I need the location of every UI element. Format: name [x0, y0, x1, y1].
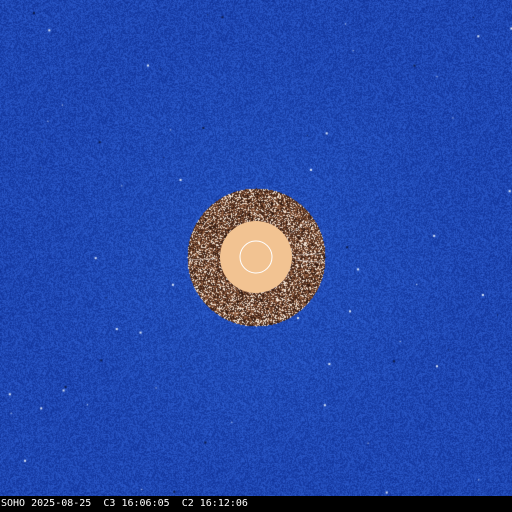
occulter-overlay [220, 221, 292, 293]
caption-date: 2025-08-25 [31, 498, 92, 509]
coronagraph-image [0, 0, 512, 496]
caption-c3-time: 16:06:05 [121, 498, 170, 509]
inner-occulter [220, 221, 292, 293]
coronagraph-viewer: SOHO 2025-08-25 C3 16:06:05 C2 16:12:06 [0, 0, 512, 512]
caption-c3-label: C3 [103, 498, 116, 509]
caption-c2-time: 16:12:06 [199, 498, 248, 509]
caption-observatory: SOHO [1, 498, 26, 509]
caption-c2-label: C2 [181, 498, 194, 509]
caption-text: SOHO 2025-08-25 C3 16:06:05 C2 16:12:06 [0, 496, 248, 512]
caption-bar: SOHO 2025-08-25 C3 16:06:05 C2 16:12:06 [0, 496, 512, 512]
